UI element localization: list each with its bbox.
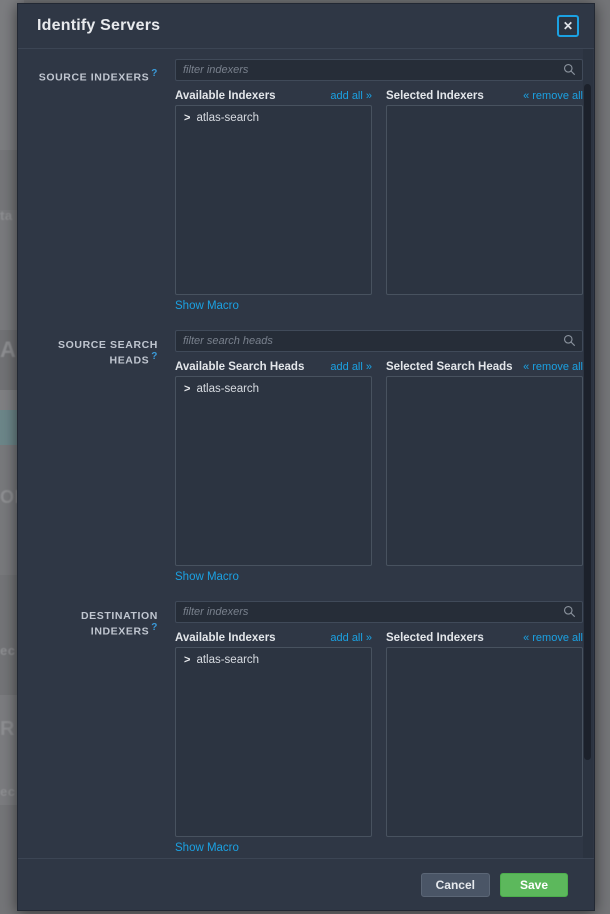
available-listbox[interactable]: > atlas-search <box>175 376 372 566</box>
dialog-scrollbar-thumb[interactable] <box>584 84 591 760</box>
column-header: Selected Indexers « remove all <box>386 90 583 102</box>
selected-title: Selected Search Heads <box>386 361 513 373</box>
dialog-footer: Cancel Save <box>18 858 594 910</box>
available-title: Available Search Heads <box>175 361 305 373</box>
cancel-button[interactable]: Cancel <box>420 872 490 897</box>
show-macro-link[interactable]: Show Macro <box>175 571 239 583</box>
selected-listbox[interactable] <box>386 647 583 837</box>
filter-search-heads-input[interactable] <box>175 330 583 352</box>
chevron-right-icon[interactable]: > <box>184 112 190 124</box>
available-column: Available Indexers add all » > atlas-sear… <box>175 632 372 837</box>
add-all-link[interactable]: add all » <box>330 361 372 373</box>
list-item[interactable]: > atlas-search <box>176 381 371 397</box>
help-icon[interactable]: ? <box>151 68 158 79</box>
filter-field-wrapper <box>175 59 583 81</box>
picker-columns: Available Search Heads add all » > atlas-… <box>175 361 583 566</box>
column-header: Available Indexers add all » <box>175 90 372 102</box>
available-column: Available Search Heads add all » > atlas-… <box>175 361 372 566</box>
list-item[interactable]: > atlas-search <box>176 110 371 126</box>
filter-destination-indexers-input[interactable] <box>175 601 583 623</box>
section-source-search-heads: SOURCE SEARCH HEADS? Available <box>18 330 594 585</box>
list-item-label: atlas-search <box>196 654 260 666</box>
show-macro-link[interactable]: Show Macro <box>175 842 239 854</box>
section-label: SOURCE INDEXERS? <box>18 68 158 84</box>
section-content: Available Indexers add all » > atlas-sear… <box>175 601 583 856</box>
dialog-body: SOURCE INDEXERS? Available Ind <box>18 49 594 858</box>
selected-title: Selected Indexers <box>386 632 484 644</box>
section-content: Available Search Heads add all » > atlas-… <box>175 330 583 585</box>
column-header: Available Indexers add all » <box>175 632 372 644</box>
selected-listbox[interactable] <box>386 376 583 566</box>
available-listbox[interactable]: > atlas-search <box>175 647 372 837</box>
picker-columns: Available Indexers add all » > atlas-sear… <box>175 90 583 295</box>
list-item-label: atlas-search <box>196 383 260 395</box>
selected-title: Selected Indexers <box>386 90 484 102</box>
selected-column: Selected Search Heads « remove all <box>386 361 583 566</box>
dialog-title: Identify Servers <box>37 17 161 34</box>
remove-all-link[interactable]: « remove all <box>523 632 583 644</box>
filter-field-wrapper <box>175 330 583 352</box>
list-item[interactable]: > atlas-search <box>176 652 371 668</box>
available-title: Available Indexers <box>175 632 276 644</box>
save-button[interactable]: Save <box>500 872 568 897</box>
section-label: SOURCE SEARCH HEADS? <box>18 339 158 367</box>
remove-all-link[interactable]: « remove all <box>523 361 583 373</box>
identify-servers-dialog: Identify Servers ✕ SOURCE INDEXERS? filt… <box>17 3 595 911</box>
section-label-text: SOURCE SEARCH HEADS <box>58 339 158 367</box>
selected-listbox[interactable] <box>386 105 583 295</box>
close-icon[interactable]: ✕ <box>557 15 579 37</box>
section-destination-indexers: DESTINATION INDEXERS? Availabl <box>18 601 594 856</box>
selected-column: Selected Indexers « remove all <box>386 90 583 295</box>
picker-columns: Available Indexers add all » > atlas-sear… <box>175 632 583 837</box>
add-all-link[interactable]: add all » <box>330 90 372 102</box>
filter-indexers-input[interactable] <box>175 59 583 81</box>
section-label-text: DESTINATION INDEXERS <box>81 610 158 638</box>
chevron-right-icon[interactable]: > <box>184 383 190 395</box>
column-header: Selected Indexers « remove all <box>386 632 583 644</box>
selected-column: Selected Indexers « remove all <box>386 632 583 837</box>
section-label-text: SOURCE INDEXERS <box>38 71 150 84</box>
help-icon[interactable]: ? <box>151 622 158 633</box>
remove-all-link[interactable]: « remove all <box>523 90 583 102</box>
column-header: Selected Search Heads « remove all <box>386 361 583 373</box>
section-source-indexers: SOURCE INDEXERS? Available Ind <box>18 59 594 314</box>
column-header: Available Search Heads add all » <box>175 361 372 373</box>
available-title: Available Indexers <box>175 90 276 102</box>
available-column: Available Indexers add all » > atlas-sear… <box>175 90 372 295</box>
dialog-scrollbar-track[interactable] <box>583 49 593 858</box>
section-content: Available Indexers add all » > atlas-sear… <box>175 59 583 314</box>
available-listbox[interactable]: > atlas-search <box>175 105 372 295</box>
help-icon[interactable]: ? <box>151 351 158 362</box>
chevron-right-icon[interactable]: > <box>184 654 190 666</box>
dialog-header: Identify Servers ✕ <box>18 4 594 49</box>
section-label: DESTINATION INDEXERS? <box>18 610 158 638</box>
list-item-label: atlas-search <box>196 112 260 124</box>
filter-field-wrapper <box>175 601 583 623</box>
add-all-link[interactable]: add all » <box>330 632 372 644</box>
show-macro-link[interactable]: Show Macro <box>175 300 239 312</box>
